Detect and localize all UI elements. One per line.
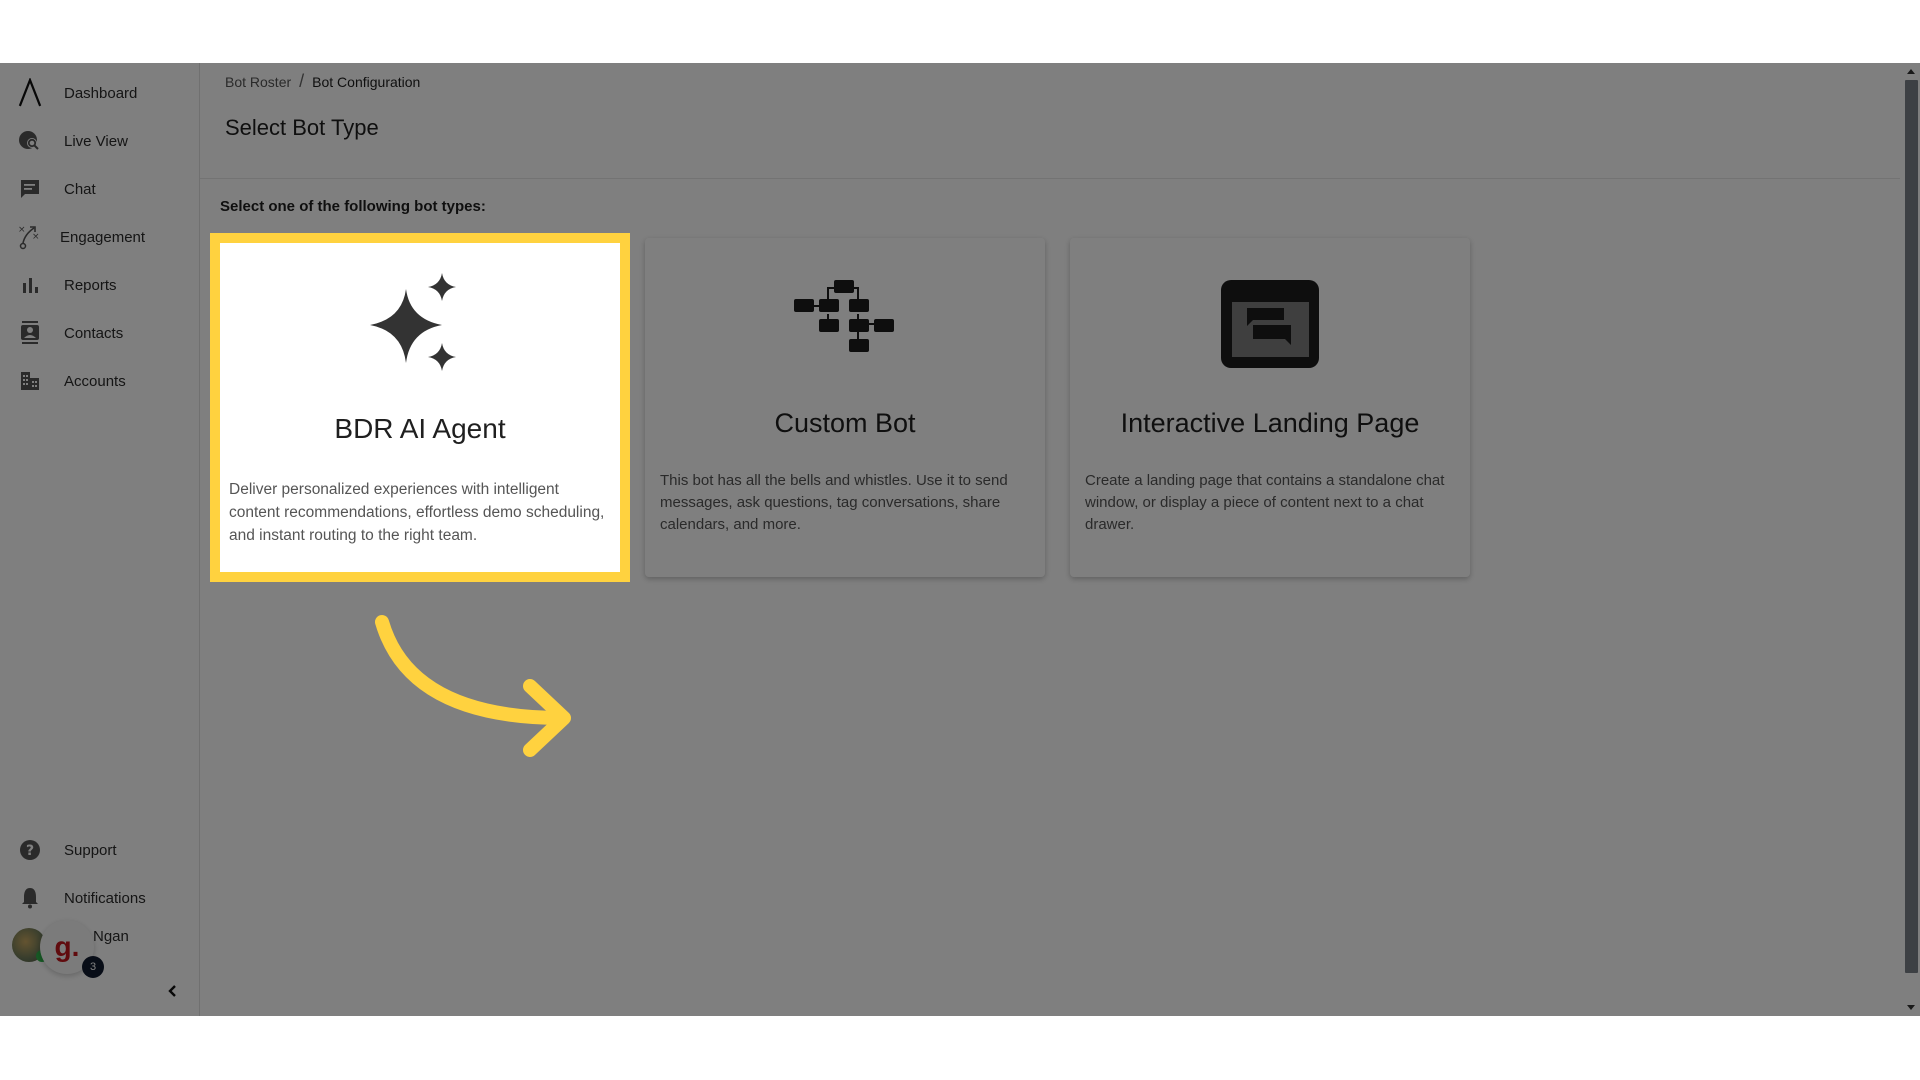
breadcrumb-bot-configuration: Bot Configuration (312, 73, 421, 90)
card-description: Create a landing page that contains a st… (1085, 472, 1445, 533)
sidebar-item-label: Dashboard (64, 84, 138, 102)
bell-icon (18, 886, 42, 910)
sidebar-item-reports[interactable]: Reports (0, 265, 199, 305)
vertical-scrollbar[interactable] (1903, 63, 1920, 1016)
page-title: Select Bot Type (225, 115, 379, 140)
logo-caret-icon (18, 78, 42, 107)
bot-type-card-custom-bot[interactable]: Custom Bot This bot has all the bells an… (645, 238, 1045, 577)
scroll-thumb[interactable] (1905, 80, 1918, 973)
sidebar-item-support[interactable]: ? Support (0, 830, 199, 870)
card-title: BDR AI Agent (334, 413, 506, 444)
landing-page-chat-icon (1070, 278, 1470, 378)
sidebar-item-live-view[interactable]: Live View (0, 121, 199, 161)
chat-bubble-icon (18, 177, 42, 201)
sidebar-item-label: Accounts (64, 372, 126, 390)
sidebar: Dashboard Live View Chat × × Engagement R… (0, 63, 200, 1016)
breadcrumb-bot-roster[interactable]: Bot Roster (225, 74, 291, 90)
breadcrumb: Bot Roster / Bot Configuration (225, 71, 420, 92)
sidebar-item-accounts[interactable]: Accounts (0, 361, 199, 401)
card-description: This bot has all the bells and whistles.… (660, 472, 1008, 533)
pointer-arrow-annotation (370, 608, 580, 763)
sidebar-item-label: Notifications (64, 889, 146, 907)
sidebar-item-label: Live View (64, 132, 128, 150)
svg-text:?: ? (26, 843, 34, 859)
sidebar-item-label: Chat (64, 180, 96, 198)
sidebar-item-notifications[interactable]: Notifications (0, 878, 199, 918)
sparkles-icon (220, 273, 620, 373)
sidebar-item-label: Reports (64, 276, 117, 294)
card-title: Interactive Landing Page (1120, 408, 1420, 438)
scroll-down-arrow-icon[interactable] (1907, 1005, 1915, 1010)
sidebar-item-dashboard[interactable]: Dashboard (0, 73, 199, 113)
sidebar-item-label: Engagement (60, 228, 146, 246)
card-title: Custom Bot (774, 408, 916, 438)
sidebar-item-contacts[interactable]: Contacts (0, 313, 199, 353)
notification-badge: 3 (82, 956, 104, 978)
header-divider (200, 178, 1900, 179)
sidebar-item-chat[interactable]: Chat (0, 169, 199, 209)
sidebar-item-label: Support (64, 841, 117, 859)
bot-type-card-bdr-ai-agent[interactable]: BDR AI Agent Deliver personalized experi… (210, 233, 630, 582)
flowchart-icon (645, 278, 1045, 378)
globe-search-icon (18, 129, 42, 153)
user-profile[interactable]: g. 3 Ngan (0, 920, 199, 978)
scroll-up-arrow-icon[interactable] (1907, 69, 1915, 74)
card-description: Deliver personalized experiences with in… (229, 481, 605, 544)
sidebar-item-engagement[interactable]: × × Engagement (0, 217, 199, 257)
bot-type-card-interactive-landing-page[interactable]: Interactive Landing Page Create a landin… (1070, 238, 1470, 577)
strategy-play-icon: × × (18, 225, 42, 250)
user-name: Ngan (93, 928, 129, 945)
brand-logo-text: g. (54, 931, 80, 962)
chevron-left-icon (166, 984, 178, 1003)
bot-type-instruction: Select one of the following bot types: (220, 198, 486, 215)
sidebar-item-label: Contacts (64, 324, 124, 342)
svg-text:×: × (32, 232, 40, 242)
building-icon (18, 369, 42, 393)
svg-text:×: × (18, 225, 26, 235)
contact-card-icon (18, 321, 42, 345)
help-circle-icon: ? (18, 838, 42, 862)
breadcrumb-separator: / (299, 71, 305, 91)
collapse-sidebar-button[interactable] (162, 983, 182, 1003)
bar-chart-icon (18, 273, 42, 297)
